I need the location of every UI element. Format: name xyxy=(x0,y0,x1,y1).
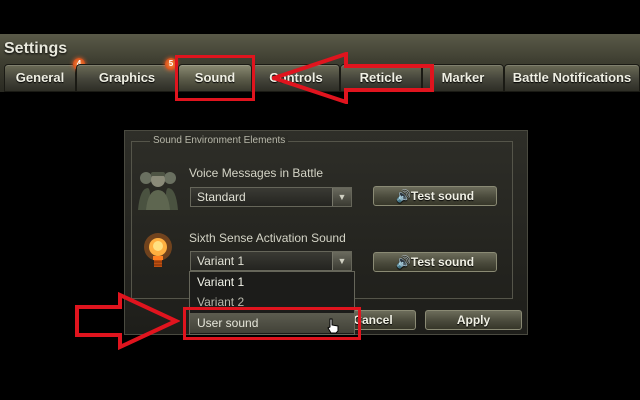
arrow-right-icon xyxy=(75,292,180,350)
sixth-sense-label: Sixth Sense Activation Sound xyxy=(189,231,346,245)
group-legend: Sound Environment Elements xyxy=(150,135,289,146)
apply-button[interactable]: Apply xyxy=(425,310,522,330)
soldiers-icon xyxy=(138,172,178,210)
window-title: Settings xyxy=(4,40,68,57)
test-sound-voice-button[interactable]: 🔊Test sound xyxy=(373,186,497,206)
arrow-left-icon xyxy=(272,52,434,104)
sound-tab-highlight xyxy=(175,55,255,101)
user-sound-highlight xyxy=(183,307,361,340)
sixth-sense-select[interactable]: Variant 1 ▼ xyxy=(190,251,352,271)
speaker-icon: 🔊 xyxy=(395,189,411,203)
chevron-down-icon[interactable]: ▼ xyxy=(332,252,351,270)
voice-messages-label: Voice Messages in Battle xyxy=(189,166,324,180)
voice-messages-select[interactable]: Standard ▼ xyxy=(190,187,352,207)
option-variant-1[interactable]: Variant 1 xyxy=(190,272,354,292)
speaker-icon: 🔊 xyxy=(395,255,411,269)
light-bulb-icon xyxy=(144,233,172,267)
tab-battle-notifications[interactable]: Battle Notifications xyxy=(504,64,640,92)
test-sound-sixth-sense-button[interactable]: 🔊Test sound xyxy=(373,252,497,272)
tab-graphics[interactable]: Graphics xyxy=(76,64,178,92)
chevron-down-icon[interactable]: ▼ xyxy=(332,188,351,206)
tab-general[interactable]: General xyxy=(4,64,76,92)
